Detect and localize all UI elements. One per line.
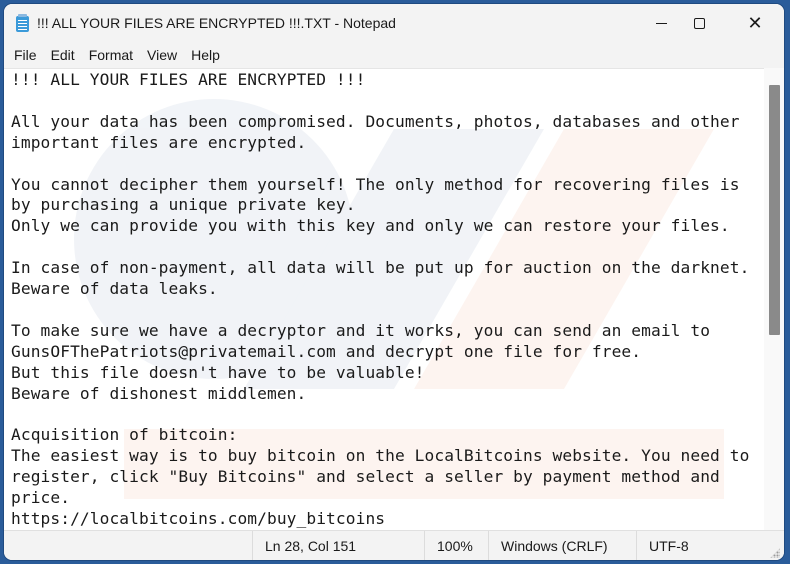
document-text[interactable]: !!! ALL YOUR FILES ARE ENCRYPTED !!! All… [11, 70, 749, 530]
cursor-position: Ln 28, Col 151 [252, 531, 424, 560]
menu-view[interactable]: View [140, 43, 184, 67]
line-ending: Windows (CRLF) [488, 531, 636, 560]
notepad-window: !!! ALL YOUR FILES ARE ENCRYPTED !!!.TXT… [4, 4, 784, 560]
close-icon: ✕ [747, 13, 763, 33]
window-title: !!! ALL YOUR FILES ARE ENCRYPTED !!!.TXT… [37, 15, 396, 31]
menu-help[interactable]: Help [184, 43, 227, 67]
resize-grip-icon[interactable] [770, 548, 780, 558]
menu-bar: File Edit Format View Help [4, 42, 784, 68]
encoding: UTF-8 [636, 531, 764, 560]
close-button[interactable]: ✕ [732, 4, 778, 42]
scrollbar-thumb[interactable] [769, 85, 780, 335]
notepad-icon [16, 14, 29, 32]
menu-format[interactable]: Format [82, 43, 140, 67]
zoom-level: 100% [424, 531, 488, 560]
maximize-icon [693, 17, 705, 29]
minimize-icon [655, 22, 667, 24]
menu-edit[interactable]: Edit [44, 43, 82, 67]
maximize-button[interactable] [676, 4, 722, 42]
menu-file[interactable]: File [7, 43, 44, 67]
status-bar: Ln 28, Col 151 100% Windows (CRLF) UTF-8 [4, 530, 784, 560]
text-editor[interactable]: !!! ALL YOUR FILES ARE ENCRYPTED !!! All… [4, 68, 764, 531]
vertical-scrollbar[interactable] [764, 68, 784, 530]
title-bar[interactable]: !!! ALL YOUR FILES ARE ENCRYPTED !!!.TXT… [4, 4, 784, 42]
